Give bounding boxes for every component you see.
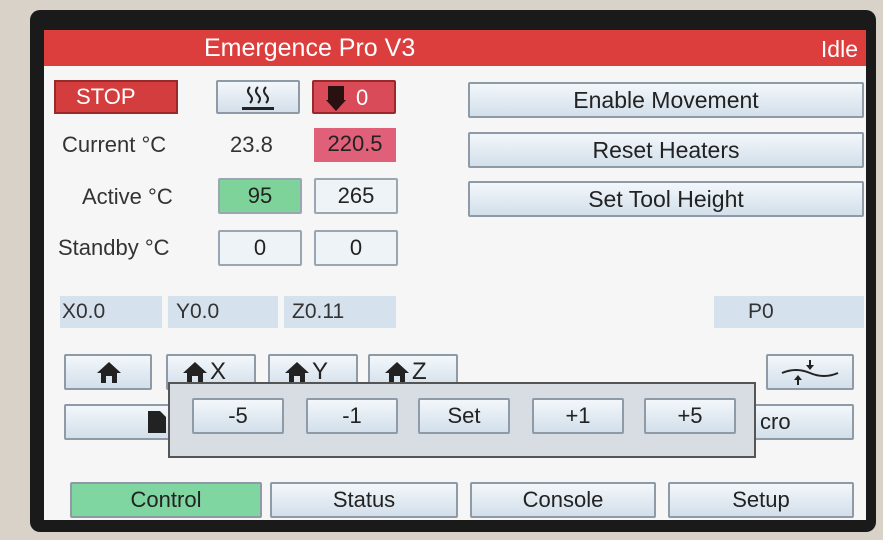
touch-screen: Emergence Pro V3 Idle STOP 0 Current °C … [44,30,866,520]
z-position: Z0.11 [284,296,396,328]
macro-button-label: cro [760,409,791,434]
heat-waves-icon [242,86,274,110]
jog-plus-1-button[interactable]: +1 [532,398,624,434]
bed-heater-button[interactable] [216,80,300,114]
tab-status[interactable]: Status [270,482,458,518]
house-icon [285,362,309,383]
bed-level-icon [781,360,839,385]
tool-active-temp-field[interactable]: 265 [314,178,398,214]
bed-current-temp: 23.8 [230,132,273,157]
jog-minus-1-button[interactable]: -1 [306,398,398,434]
machine-title: Emergence Pro V3 [204,34,416,62]
reset-heaters-button[interactable]: Reset Heaters [468,132,864,168]
set-tool-height-button[interactable]: Set Tool Height [468,181,864,217]
p-position: P0 [714,296,864,328]
x-position: X0.0 [60,296,162,328]
tool-heater-number: 0 [356,85,369,110]
title-bar: Emergence Pro V3 Idle [44,30,866,66]
file-icon [148,411,166,433]
tab-console[interactable]: Console [470,482,656,518]
jog-popup: -5 -1 Set +1 +5 [168,382,756,458]
stop-button[interactable]: STOP [54,80,178,114]
bed-standby-temp-field[interactable]: 0 [218,230,302,266]
bed-level-button[interactable] [766,354,854,390]
tab-control[interactable]: Control [70,482,262,518]
jog-plus-5-button[interactable]: +5 [644,398,736,434]
house-icon [97,362,121,383]
jog-set-button[interactable]: Set [418,398,510,434]
house-icon [183,362,207,383]
enable-movement-button[interactable]: Enable Movement [468,82,864,118]
tab-setup[interactable]: Setup [668,482,854,518]
extruder-icon [326,86,346,111]
house-icon [385,362,409,383]
current-temp-label: Current °C [62,132,167,157]
active-temp-label: Active °C [82,184,173,209]
standby-temp-label: Standby °C [58,235,170,260]
bed-active-temp-field[interactable]: 95 [218,178,302,214]
tool-current-temp: 220.5 [314,128,396,162]
tool-standby-temp-field[interactable]: 0 [314,230,398,266]
tool-heater-button[interactable]: 0 [312,80,396,114]
home-all-button[interactable] [64,354,152,390]
machine-status: Idle [820,36,858,62]
jog-minus-5-button[interactable]: -5 [192,398,284,434]
y-position: Y0.0 [168,296,278,328]
